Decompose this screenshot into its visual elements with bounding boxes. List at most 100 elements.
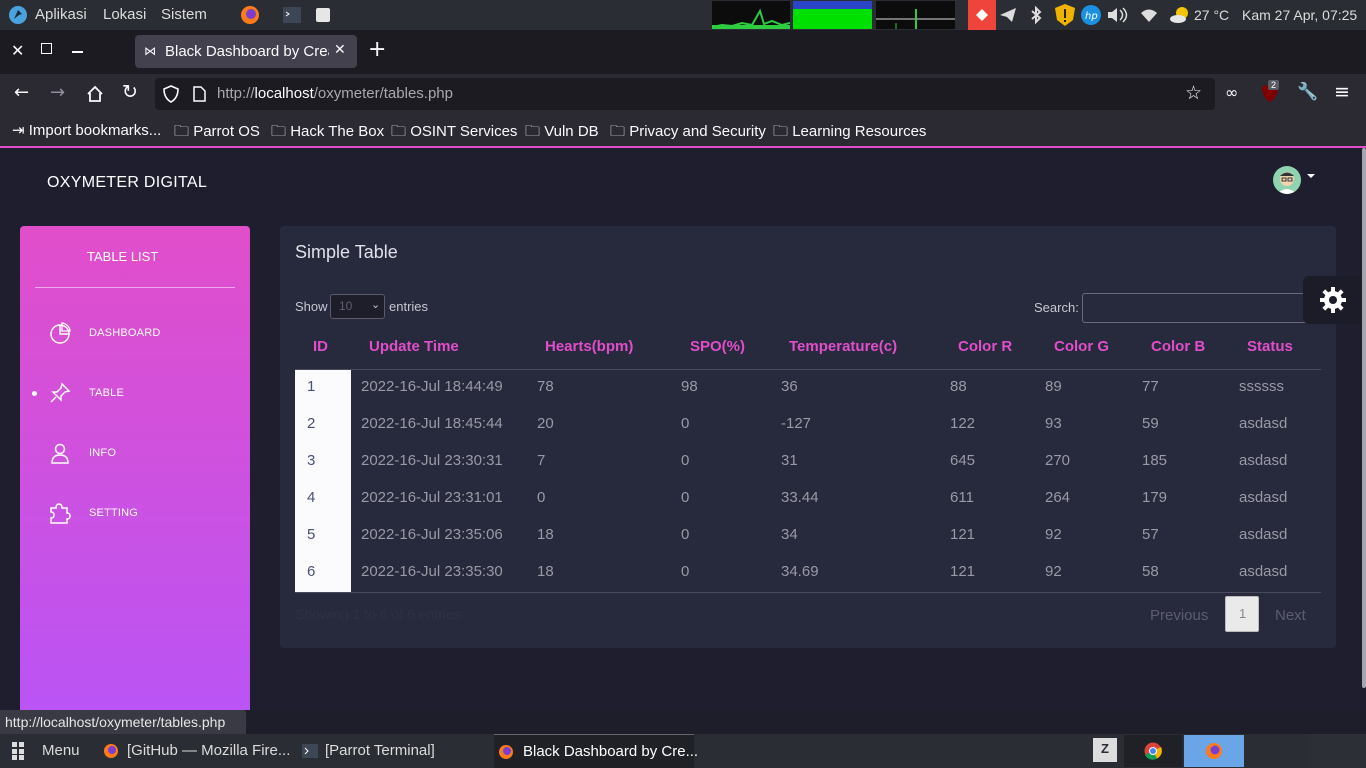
user-avatar[interactable] bbox=[1273, 166, 1301, 194]
hp-printer-icon[interactable]: hp bbox=[1080, 4, 1102, 26]
cell-hearts: 0 bbox=[537, 489, 546, 506]
pagination-page-1[interactable]: 1 bbox=[1225, 596, 1259, 632]
cell-id: 2 bbox=[307, 415, 316, 432]
weather-icon[interactable] bbox=[1168, 5, 1192, 25]
sidebar-item-info[interactable]: INFO bbox=[20, 433, 250, 473]
restore-window-icon[interactable] bbox=[41, 43, 52, 54]
sidebar-item-dashboard[interactable]: DASHBOARD bbox=[20, 313, 250, 353]
tab-close-icon[interactable]: ✕ bbox=[334, 42, 346, 58]
bluetooth-icon[interactable] bbox=[1026, 5, 1046, 25]
home-icon[interactable] bbox=[86, 85, 104, 103]
menu-aplikasi[interactable]: Aplikasi bbox=[35, 6, 87, 23]
cell-temperature: 33.44 bbox=[781, 489, 819, 506]
bookmark-folder-parrot-os[interactable]: 🗀 Parrot OS bbox=[174, 121, 260, 146]
pagination-next[interactable]: Next bbox=[1275, 607, 1306, 624]
scrollbar-thumb[interactable] bbox=[1362, 148, 1366, 688]
grid-menu-icon[interactable] bbox=[12, 742, 32, 760]
hamburger-menu-icon[interactable]: ≡ bbox=[1334, 81, 1350, 103]
folder-icon: 🗀 bbox=[391, 123, 407, 140]
taskbar-window-black-dashboard[interactable]: Black Dashboard by Cre... bbox=[494, 734, 698, 768]
brand-title[interactable]: OXYMETER DIGITAL bbox=[47, 174, 207, 192]
forward-icon[interactable]: → bbox=[50, 82, 65, 103]
tray-filezilla-icon[interactable]: Z bbox=[1093, 738, 1117, 762]
url-bar[interactable]: http://localhost/oxymeter/tables.php ☆ bbox=[155, 78, 1215, 110]
cell-status: asdasd bbox=[1239, 452, 1288, 469]
column-header-color-r[interactable]: Color R bbox=[958, 338, 1012, 355]
security-warning-icon[interactable] bbox=[1054, 3, 1076, 27]
cell-id: 1 bbox=[307, 378, 316, 395]
bookmark-folder-hack-the-box[interactable]: 🗀 Hack The Box bbox=[271, 121, 384, 146]
cell-spo: 0 bbox=[681, 563, 690, 580]
bookmark-import[interactable]: ⇥ Import bookmarks... bbox=[12, 121, 161, 139]
menu-lokasi[interactable]: Lokasi bbox=[103, 6, 146, 23]
parrot-logo-icon[interactable] bbox=[8, 5, 28, 25]
tab-black-dashboard[interactable]: ⋈ Black Dashboard by Creat ✕ bbox=[135, 35, 357, 68]
column-header-id[interactable]: ID bbox=[313, 338, 328, 355]
column-header-color-b[interactable]: Color B bbox=[1151, 338, 1205, 355]
cell-temperature: 31 bbox=[781, 452, 798, 469]
bookmark-label: Parrot OS bbox=[193, 123, 260, 140]
terminal-launcher-icon[interactable] bbox=[282, 5, 302, 25]
page-length-select[interactable]: 10 ⌄ bbox=[330, 294, 385, 319]
cpu-graph bbox=[712, 1, 790, 29]
notes-launcher-icon[interactable] bbox=[313, 5, 333, 25]
anydesk-icon[interactable] bbox=[968, 0, 996, 30]
clock[interactable]: Kam 27 Apr, 07:25 bbox=[1242, 7, 1357, 23]
pagination-previous[interactable]: Previous bbox=[1150, 607, 1208, 624]
wrench-icon[interactable]: 🔧 bbox=[1297, 82, 1318, 102]
new-tab-icon[interactable]: + bbox=[368, 37, 386, 62]
sidebar-item-table[interactable]: TABLE bbox=[20, 373, 250, 413]
cell-spo: 0 bbox=[681, 415, 690, 432]
tray-firefox[interactable] bbox=[1184, 735, 1244, 767]
browser-nav-bar: ← → ↻ http://localhost/oxymeter/tables.p… bbox=[0, 74, 1366, 114]
taskbar-menu[interactable]: Menu bbox=[42, 734, 80, 768]
private-mask-icon[interactable]: ∞ bbox=[1225, 83, 1238, 102]
column-header-hearts[interactable]: Hearts(bpm) bbox=[545, 338, 633, 355]
back-icon[interactable]: ← bbox=[14, 82, 29, 103]
temperature-readout[interactable]: 27 °C bbox=[1194, 7, 1229, 23]
wifi-icon[interactable] bbox=[1139, 5, 1159, 25]
avatar-caret-icon[interactable] bbox=[1307, 174, 1315, 178]
pin-icon bbox=[50, 382, 71, 403]
page-length-value: 10 bbox=[339, 299, 353, 313]
minimize-window-icon[interactable] bbox=[72, 51, 83, 53]
column-header-color-g[interactable]: Color G bbox=[1054, 338, 1109, 355]
cell-color-b: 179 bbox=[1142, 489, 1168, 506]
cell-color-r: 645 bbox=[950, 452, 976, 469]
bookmark-label: Privacy and Security bbox=[629, 123, 766, 140]
column-header-spo[interactable]: SPO(%) bbox=[690, 338, 745, 355]
taskbar-window-terminal[interactable]: [Parrot Terminal] bbox=[300, 734, 490, 768]
column-header-status[interactable]: Status bbox=[1247, 338, 1293, 355]
bookmark-folder-learning[interactable]: 🗀 Learning Resources bbox=[773, 121, 926, 146]
cell-status: ssssss bbox=[1239, 378, 1284, 395]
user-icon bbox=[51, 443, 69, 464]
page-info-icon[interactable] bbox=[192, 86, 206, 102]
column-header-temperature[interactable]: Temperature(c) bbox=[789, 338, 897, 355]
page-scrollbar[interactable] bbox=[1361, 148, 1366, 710]
column-header-update-time[interactable]: Update Time bbox=[369, 338, 459, 355]
close-window-icon[interactable]: ✕ bbox=[11, 41, 24, 60]
bookmark-folder-privacy[interactable]: 🗀 Privacy and Security bbox=[610, 121, 766, 146]
menu-sistem[interactable]: Sistem bbox=[161, 6, 207, 23]
cell-id: 4 bbox=[307, 489, 316, 506]
theme-settings-button[interactable] bbox=[1303, 276, 1361, 324]
bookmark-folder-osint[interactable]: 🗀 OSINT Services bbox=[391, 121, 517, 146]
tray-chrome[interactable] bbox=[1124, 735, 1182, 767]
taskbar-window-github[interactable]: [GitHub — Mozilla Fire... bbox=[100, 734, 292, 768]
bookmark-folder-vuln-db[interactable]: 🗀 Vuln DB bbox=[525, 121, 599, 146]
firefox-launcher-icon[interactable] bbox=[240, 5, 260, 25]
cell-color-b: 77 bbox=[1142, 378, 1159, 395]
telegram-icon[interactable] bbox=[998, 5, 1018, 25]
cell-id: 5 bbox=[307, 526, 316, 543]
bookmark-star-icon[interactable]: ☆ bbox=[1185, 82, 1202, 104]
reload-icon[interactable]: ↻ bbox=[122, 81, 138, 103]
sidebar-item-setting[interactable]: SETTING bbox=[20, 493, 250, 533]
cell-hearts: 7 bbox=[537, 452, 546, 469]
browser-tab-bar: ✕ ⋈ Black Dashboard by Creat ✕ + bbox=[0, 30, 1366, 74]
volume-icon[interactable] bbox=[1106, 5, 1132, 25]
show-desktop-area[interactable] bbox=[1308, 734, 1366, 768]
cell-color-b: 59 bbox=[1142, 415, 1159, 432]
cell-color-r: 121 bbox=[950, 526, 976, 543]
shield-icon[interactable] bbox=[163, 85, 179, 103]
search-input[interactable] bbox=[1082, 293, 1322, 323]
